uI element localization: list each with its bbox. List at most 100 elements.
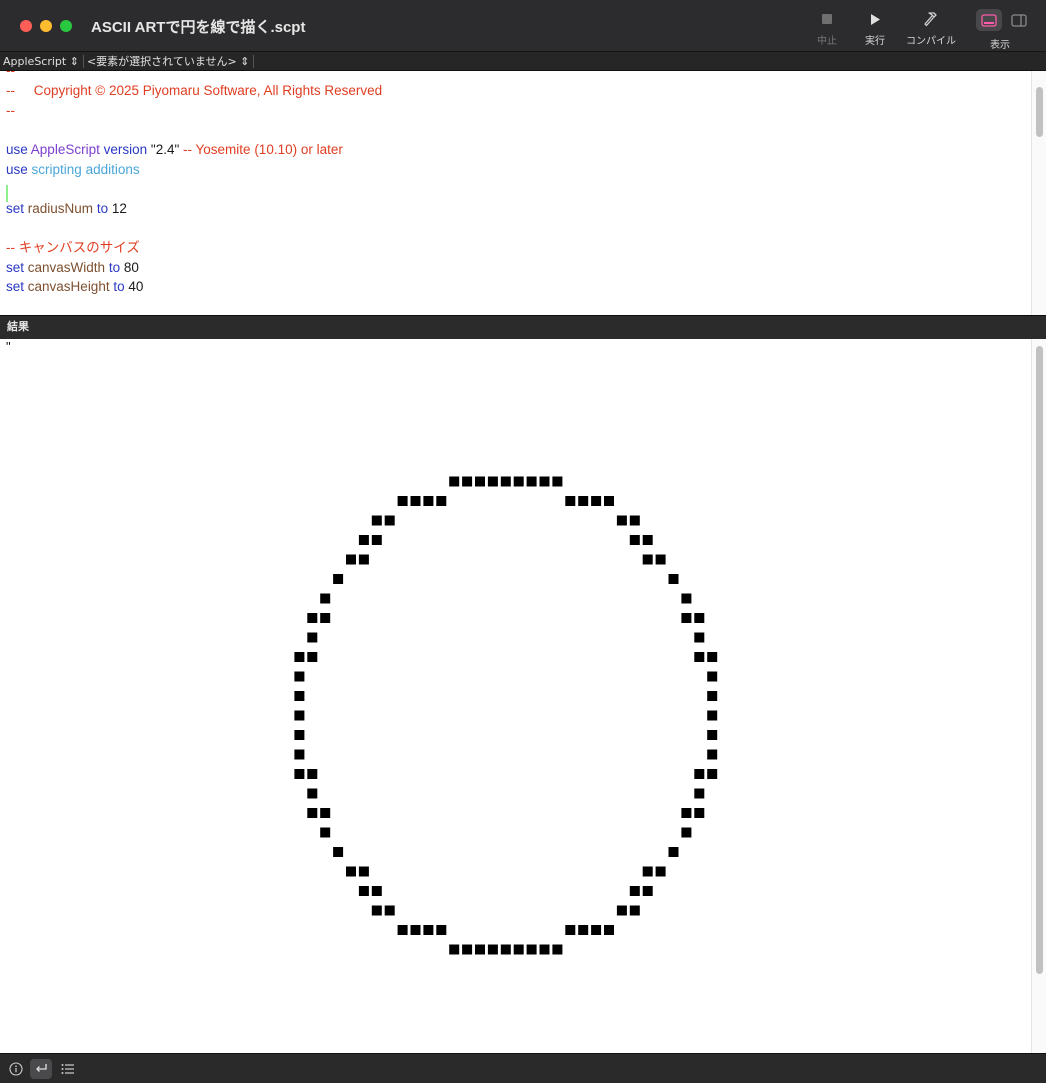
- ascii-block: [423, 925, 434, 935]
- compile-button[interactable]: コンパイル: [903, 8, 959, 47]
- editor-scrollbar[interactable]: [1031, 71, 1046, 315]
- run-button[interactable]: 実行: [859, 8, 891, 47]
- ascii-block: [500, 476, 511, 487]
- ascii-block: [707, 710, 718, 721]
- ascii-block: [384, 515, 395, 526]
- ascii-block: [307, 769, 318, 779]
- result-button[interactable]: [30, 1059, 52, 1079]
- result-scroll-thumb[interactable]: [1036, 346, 1043, 974]
- ascii-block: [371, 905, 382, 916]
- ascii-block: [384, 905, 395, 916]
- ascii-block: [655, 554, 666, 565]
- ascii-block: [552, 476, 563, 487]
- result-header: 結果: [0, 315, 1046, 339]
- ascii-block: [358, 535, 369, 545]
- show-bottom-pane-button[interactable]: [976, 9, 1002, 31]
- code-line: set radiusNum to 12: [6, 201, 127, 216]
- ascii-block: [616, 905, 627, 916]
- code-line: set canvasHeight to 40: [6, 279, 144, 294]
- ascii-block: [307, 808, 318, 818]
- ascii-block: [668, 847, 679, 857]
- ascii-block: [694, 769, 705, 779]
- ascii-block: [694, 788, 705, 799]
- language-label: AppleScript: [3, 54, 67, 68]
- ascii-block: [294, 730, 305, 740]
- element-popup[interactable]: <要素が選択されていません> ⇕: [84, 54, 255, 68]
- compile-label: コンパイル: [906, 36, 956, 47]
- script-editor[interactable]: -- -- Copyright © 2025 Piyomaru Software…: [0, 71, 1031, 315]
- ascii-block: [578, 925, 589, 935]
- code-line: --: [6, 71, 15, 80]
- ascii-block: [629, 535, 640, 545]
- ascii-block: [681, 827, 692, 838]
- ascii-block: [436, 496, 447, 506]
- ascii-block: [591, 496, 602, 506]
- ascii-block: [707, 769, 718, 779]
- ascii-block: [707, 671, 718, 682]
- close-window-button[interactable]: [20, 20, 32, 32]
- ascii-block: [371, 515, 382, 526]
- stop-label: 中止: [817, 36, 837, 47]
- ascii-block: [539, 944, 550, 955]
- bottom-bar: [0, 1053, 1046, 1083]
- ascii-block: [397, 496, 408, 506]
- ascii-block: [294, 769, 305, 779]
- ascii-block: [307, 613, 318, 623]
- ascii-block: [358, 886, 369, 896]
- log-button[interactable]: [57, 1059, 79, 1079]
- ascii-block: [487, 944, 498, 955]
- popup-arrows-icon: ⇕: [69, 54, 79, 68]
- ascii-block: [294, 749, 305, 760]
- result-scrollbar[interactable]: [1031, 339, 1046, 1053]
- ascii-block: [358, 554, 369, 565]
- ascii-block: [500, 944, 511, 955]
- side-pane-icon: [1011, 13, 1027, 27]
- ascii-block: [294, 710, 305, 721]
- ascii-block: [642, 535, 653, 545]
- ascii-block: [604, 925, 614, 935]
- ascii-block: [513, 476, 524, 487]
- ascii-block: [371, 886, 382, 896]
- ascii-block: [668, 574, 679, 584]
- ascii-block: [320, 613, 331, 623]
- language-popup[interactable]: AppleScript ⇕: [0, 54, 84, 68]
- ascii-block: [565, 496, 576, 506]
- ascii-block: [449, 476, 460, 487]
- run-label: 実行: [865, 36, 885, 47]
- ascii-block: [307, 652, 318, 662]
- ascii-block: [616, 515, 627, 526]
- ascii-block: [307, 632, 318, 643]
- ascii-block: [320, 593, 331, 604]
- ascii-block: [629, 905, 640, 916]
- minimize-window-button[interactable]: [40, 20, 52, 32]
- code-line: use scripting additions: [6, 162, 140, 177]
- zoom-window-button[interactable]: [60, 20, 72, 32]
- ascii-block: [707, 749, 718, 760]
- bottom-pane-icon: [981, 13, 997, 27]
- ascii-block: [694, 613, 705, 623]
- ascii-block: [449, 944, 460, 955]
- code-line: -- キャンバスのサイズ: [6, 240, 140, 255]
- result-pane[interactable]: ": [0, 339, 1031, 1053]
- code-line: set canvasWidth to 80: [6, 260, 139, 275]
- ascii-block: [371, 535, 382, 545]
- ascii-block: [681, 593, 692, 604]
- popup-arrows-icon: ⇕: [240, 54, 250, 68]
- ascii-block: [358, 866, 369, 877]
- ascii-block: [346, 866, 356, 877]
- ascii-block: [294, 691, 305, 701]
- description-button[interactable]: [5, 1059, 27, 1079]
- ascii-block: [320, 808, 331, 818]
- show-side-pane-button[interactable]: [1006, 9, 1032, 31]
- list-icon: [61, 1064, 74, 1074]
- ascii-block: [681, 808, 692, 818]
- ascii-block: [565, 925, 576, 935]
- script-editor-window: ASCII ARTで円を線で描く.scpt 中止 実行 コンパイル 表示 App…: [0, 0, 1046, 1083]
- editor-scroll-thumb[interactable]: [1036, 87, 1043, 137]
- ascii-block: [642, 886, 653, 896]
- stop-button[interactable]: 中止: [811, 8, 843, 47]
- ascii-block: [681, 613, 692, 623]
- ascii-block: [707, 730, 718, 740]
- ascii-block: [604, 496, 614, 506]
- ascii-block: [526, 476, 537, 487]
